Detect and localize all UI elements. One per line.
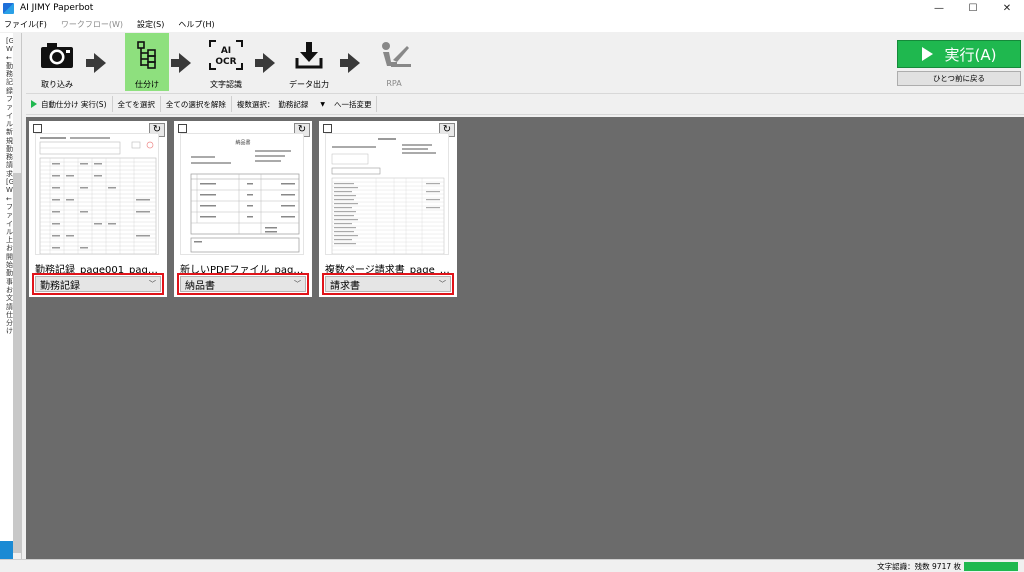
ai-ocr-icon: AI OCR xyxy=(206,37,246,73)
document-grid: ↻ 勤務記録_page001_page... 勤務記録 ﹀ ↻ 納品書 新しいP… xyxy=(26,117,1024,559)
step-import[interactable]: 取り込み xyxy=(28,33,86,91)
auto-sort-button[interactable]: 自動仕分け 実行(S) xyxy=(26,96,113,112)
card-checkbox[interactable] xyxy=(323,124,332,133)
category-value: 納品書 xyxy=(185,280,215,292)
action-bar: 自動仕分け 実行(S) 全てを選択 全ての選択を解除 複数選択： 勤務記録 ▼ … xyxy=(26,93,1024,115)
step-ocr[interactable]: AI OCR 文字認識 xyxy=(197,33,255,91)
select-all-button[interactable]: 全てを選択 xyxy=(113,96,161,112)
left-panel-scrollbar[interactable] xyxy=(13,33,21,559)
category-dropdown[interactable]: 請求書 ﹀ xyxy=(322,273,454,295)
step-label: RPA xyxy=(386,79,402,88)
multi-select-value: 勤務記録 xyxy=(278,99,309,109)
menu-bar: ファイル(F) ワークフロー(W) 設定(S) ヘルプ(H) xyxy=(0,16,1024,32)
menu-settings[interactable]: 設定(S) xyxy=(137,19,164,30)
menu-file[interactable]: ファイル(F) xyxy=(4,19,47,30)
step-rpa[interactable]: RPA xyxy=(369,33,419,91)
chevron-right-icon xyxy=(340,53,360,73)
minimize-button[interactable]: — xyxy=(922,0,956,16)
sort-tree-icon xyxy=(127,37,167,73)
run-button-label: 実行(A) xyxy=(944,45,997,64)
deselect-all-button[interactable]: 全ての選択を解除 xyxy=(161,96,232,112)
document-thumbnail: 納品書 xyxy=(180,133,304,255)
title-bar: AI JIMY Paperbot — ☐ ✕ xyxy=(0,0,1024,16)
multi-select-label: 複数選択： xyxy=(236,99,275,109)
step-label: 仕分け xyxy=(135,80,159,89)
chevron-right-icon xyxy=(86,53,106,73)
document-thumbnail xyxy=(35,133,159,255)
menu-help[interactable]: ヘルプ(H) xyxy=(178,19,214,30)
step-label: データ出力 xyxy=(289,80,329,89)
document-card[interactable]: ↻ 納品書 新しいPDFファイル_page_ 納品書 ﹀ xyxy=(174,121,312,297)
window-title: AI JIMY Paperbot xyxy=(20,3,94,13)
thumbnail-title: 納品書 xyxy=(235,139,250,146)
menu-workflow[interactable]: ワークフロー(W) xyxy=(61,19,123,30)
category-dropdown[interactable]: 納品書 ﹀ xyxy=(177,273,309,295)
left-file-panel: [G W ←勤務記録 ファイル 新規 勤務 請求 [G W ←ファイル 上 お … xyxy=(0,33,22,559)
chevron-right-icon xyxy=(171,53,191,73)
app-icon xyxy=(3,2,14,14)
ocr-remaining-count: 文字認識：残数 9717 枚 xyxy=(877,562,961,571)
chevron-down-icon: ﹀ xyxy=(294,280,301,288)
close-button[interactable]: ✕ xyxy=(990,0,1024,16)
workflow-toolbar: 取り込み 仕分け AI OCR 文字認識 データ出力 RPA 実行(A) ひとつ… xyxy=(26,33,1024,91)
chevron-right-icon xyxy=(255,53,275,73)
camera-icon xyxy=(37,37,77,73)
step-sort[interactable]: 仕分け xyxy=(125,33,169,91)
chevron-down-icon: ﹀ xyxy=(149,280,156,288)
card-checkbox[interactable] xyxy=(33,124,42,133)
run-button[interactable]: 実行(A) xyxy=(897,40,1021,68)
play-icon xyxy=(921,47,933,61)
document-card[interactable]: ↻ xyxy=(29,121,167,297)
bulk-change-button[interactable]: へ一括変更 xyxy=(329,96,378,112)
card-checkbox[interactable] xyxy=(178,124,187,133)
category-dropdown[interactable]: 勤務記録 ﹀ xyxy=(32,273,164,295)
category-value: 請求書 xyxy=(330,280,360,292)
status-bar: 文字認識：残数 9717 枚 xyxy=(0,559,1024,572)
svg-text:AI: AI xyxy=(221,46,231,56)
play-icon xyxy=(31,100,37,108)
document-thumbnail xyxy=(325,133,449,255)
svg-text:OCR: OCR xyxy=(215,57,236,67)
left-panel-selection xyxy=(0,541,13,559)
auto-sort-label: 自動仕分け 実行(S) xyxy=(41,99,107,109)
chevron-down-icon: ▼ xyxy=(320,100,325,108)
step-label: 文字認識 xyxy=(210,80,242,89)
maximize-button[interactable]: ☐ xyxy=(956,0,990,16)
document-card[interactable]: ↻ xyxy=(319,121,457,297)
multi-select-dropdown[interactable]: 勤務記録 ▼ xyxy=(274,99,329,110)
step-data-output[interactable]: データ出力 xyxy=(284,33,334,91)
rpa-robot-icon xyxy=(374,37,414,73)
scrollbar-thumb[interactable] xyxy=(13,173,21,553)
download-icon xyxy=(289,37,329,73)
chevron-down-icon: ﹀ xyxy=(439,280,446,288)
ocr-quota-bar xyxy=(964,562,1018,571)
category-value: 勤務記録 xyxy=(40,280,80,292)
step-label: 取り込み xyxy=(41,80,73,89)
back-step-button[interactable]: ひとつ前に戻る xyxy=(897,71,1021,86)
